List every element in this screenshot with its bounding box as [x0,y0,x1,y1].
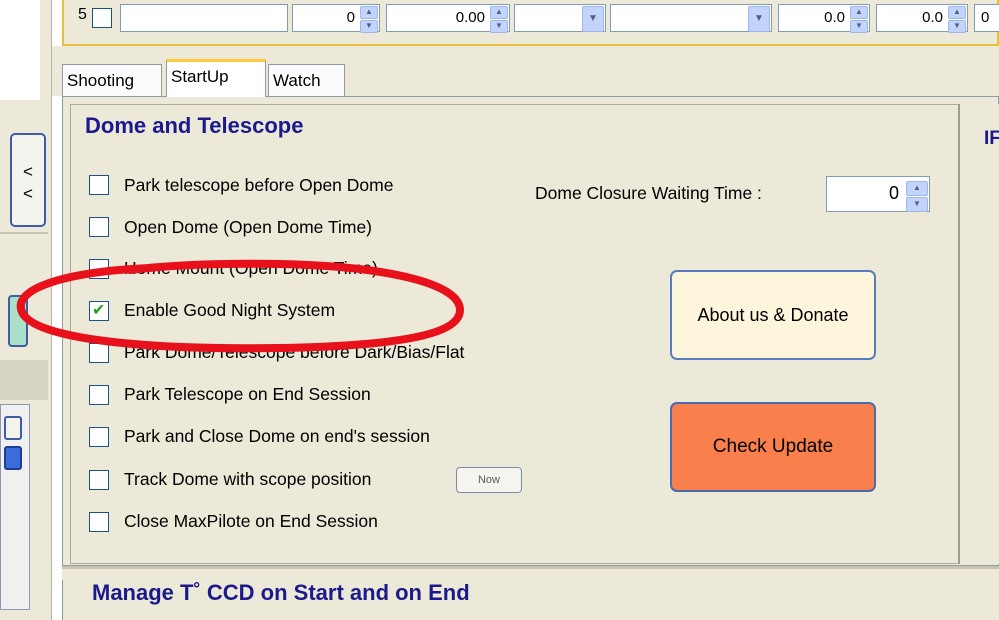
right-panel-title: IF [984,128,999,149]
left-small-button-selected[interactable] [4,446,22,470]
checkbox-park-before-dark[interactable] [89,343,109,363]
checkbox-track-dome[interactable] [89,470,109,490]
group-title: Dome and Telescope [85,113,304,138]
chevron-left-icon: < [23,162,33,181]
row-spin-field[interactable]: 0 ▲ ▼ [292,4,380,33]
checkbox-label: Enable Good Night System [124,300,336,320]
spin-up-icon[interactable]: ▲ [906,181,928,196]
ccd-group-title: Manage T˚ CCD on Start and on End [92,580,470,605]
checkbox-label: Park and Close Dome on end's session [124,426,430,446]
checkbox-close-maxpilote[interactable] [89,512,109,532]
checkbox-label: Home Mount (Open Dome Time) [124,258,378,278]
row-number: 5 [78,6,87,23]
left-gray-band [0,360,48,400]
spin-buttons[interactable]: ▲ ▼ [360,6,378,33]
spin-buttons[interactable]: ▲ ▼ [490,6,508,33]
spin-down-icon[interactable]: ▼ [906,197,928,212]
right-panel [958,104,999,564]
tab-shooting[interactable]: Shooting [62,64,162,96]
left-status-button[interactable] [8,295,28,347]
spin-buttons[interactable]: ▲ ▼ [850,6,868,33]
spin-down-icon[interactable]: ▼ [360,20,378,33]
checkbox-label: Park Dome/Telescope before Dark/Bias/Fla… [124,342,465,362]
dome-closure-label: Dome Closure Waiting Time : [535,183,762,203]
checkbox-label: Park Telescope on End Session [124,384,371,404]
sequence-row: 5 0 ▲ ▼ 0.00 ▲ ▼ ▼ ▼ 0.0 ▲ ▼ 0.0 ▲ ▼ 0 [62,0,999,46]
row-filter-select[interactable]: ▼ [514,4,606,32]
left-small-button[interactable] [4,416,22,440]
row-type-select[interactable]: ▼ [610,4,772,32]
row-exposure-field[interactable]: 0.00 ▲ ▼ [386,4,510,33]
checkbox-label: Track Dome with scope position [124,469,372,489]
spin-down-icon[interactable]: ▼ [948,20,966,33]
chevron-left-icon: < [23,184,33,203]
spin-buttons[interactable]: ▲ ▼ [948,6,966,33]
checkbox-label: Open Dome (Open Dome Time) [124,217,373,237]
checkbox-good-night-system[interactable] [89,300,109,321]
spin-up-icon[interactable]: ▲ [490,6,508,19]
about-donate-button[interactable]: About us & Donate [670,270,876,360]
now-button[interactable]: Now [456,467,522,493]
row-spin-field[interactable]: 0.0 ▲ ▼ [876,4,968,33]
checkbox-label: Park telescope before Open Dome [124,175,394,195]
row-spin-field[interactable]: 0 [974,4,999,32]
left-divider [0,232,48,234]
row-spin-field[interactable]: 0.0 ▲ ▼ [778,4,870,33]
spin-buttons[interactable]: ▲ ▼ [906,181,928,212]
checkbox-park-telescope-before-open[interactable] [89,175,109,195]
checkbox-park-close-dome-end[interactable] [89,427,109,447]
spin-up-icon[interactable]: ▲ [948,6,966,19]
checkbox-label: Close MaxPilote on End Session [124,511,378,531]
ccd-group-border [62,580,70,620]
dropdown-arrow-icon[interactable]: ▼ [582,6,604,32]
row-checkbox[interactable] [92,8,112,28]
spin-up-icon[interactable]: ▲ [850,6,868,19]
spin-down-icon[interactable]: ▼ [490,20,508,33]
check-update-button[interactable]: Check Update [670,402,876,492]
spin-up-icon[interactable]: ▲ [360,6,378,19]
dropdown-arrow-icon[interactable]: ▼ [748,6,770,32]
left-panel-top [0,0,40,100]
dome-closure-input[interactable]: 0 ▲ ▼ [826,176,930,212]
collapse-panel-button[interactable]: < < [10,133,46,227]
tab-startup[interactable]: StartUp [166,59,266,97]
checkbox-park-telescope-end[interactable] [89,385,109,405]
checkbox-home-mount[interactable] [89,259,109,279]
spin-down-icon[interactable]: ▼ [850,20,868,33]
checkbox-open-dome[interactable] [89,217,109,237]
row-name-field[interactable] [120,4,288,32]
tab-watch[interactable]: Watch [268,64,345,96]
